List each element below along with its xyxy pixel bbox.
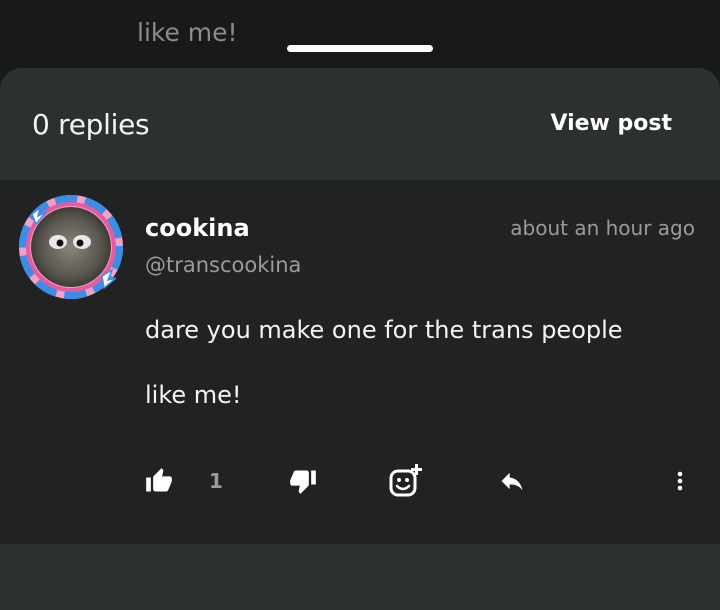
reply-item: cookina @transcookina about an hour ago … [0, 180, 720, 544]
reply-timestamp: about an hour ago [510, 216, 695, 240]
reply-body-line-1: dare you make one for the trans people [145, 316, 623, 344]
view-post-button[interactable]: View post [550, 111, 672, 136]
dislike-button[interactable] [289, 466, 317, 496]
thumbs-up-icon [146, 468, 172, 492]
sheet-drag-handle[interactable] [287, 45, 433, 52]
sheet-header: 0 replies View post [0, 68, 720, 180]
reply-body-line-2: like me! [145, 381, 242, 409]
more-vertical-icon [677, 471, 683, 491]
reply-button[interactable] [496, 466, 528, 496]
add-emoji-icon [389, 464, 422, 497]
reply-arrow-icon [501, 472, 523, 491]
replies-sheet: 0 replies View post cookina @transcookin… [0, 68, 720, 610]
more-options-button[interactable] [668, 466, 692, 496]
like-count: 1 [209, 469, 223, 493]
add-reaction-button[interactable] [388, 464, 424, 497]
avatar[interactable] [16, 192, 126, 302]
like-button[interactable] [145, 466, 173, 496]
thumbs-down-icon [290, 470, 316, 494]
background-post-text: like me! [137, 18, 238, 47]
sheet-footer-area [0, 544, 720, 610]
replies-count: 0 replies [32, 108, 150, 141]
reply-username[interactable]: cookina [145, 214, 250, 242]
reply-handle[interactable]: @transcookina [145, 253, 301, 277]
